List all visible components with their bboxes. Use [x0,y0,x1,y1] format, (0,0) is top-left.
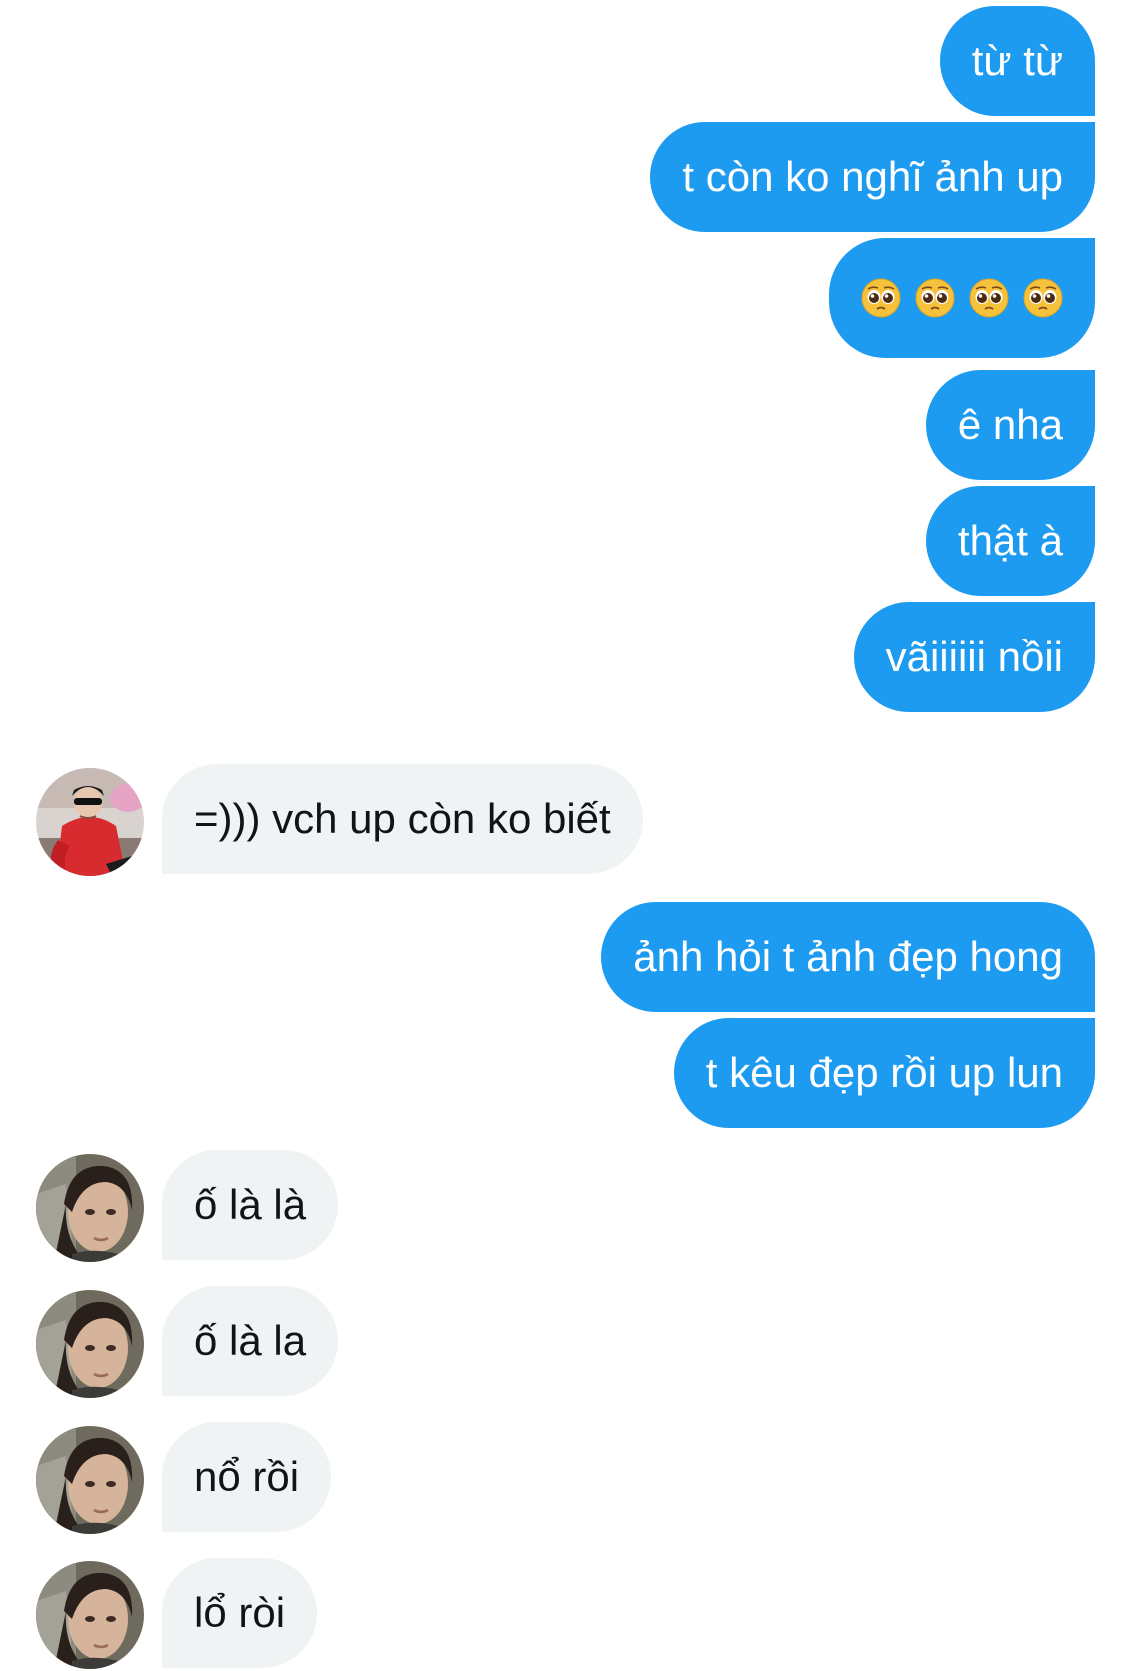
emoji-row [861,278,1063,318]
avatar[interactable] [36,1154,144,1262]
avatar[interactable] [36,1290,144,1398]
message-bubble-incoming[interactable]: ố là là [162,1150,339,1260]
message-text: t kêu đẹp rồi up lun [705,1049,1063,1096]
message-bubble-incoming[interactable]: =))) vch up còn ko biết [162,764,643,874]
message-text: thật à [957,517,1063,564]
selfie-avatar-image [36,1561,144,1669]
selfie-avatar-image [36,1154,144,1262]
pleading-face-icon [861,278,901,318]
avatar[interactable] [36,768,144,876]
red-jacket-avatar-image [36,768,144,876]
message-bubble-outgoing[interactable] [829,238,1095,358]
message-text: ê nha [957,401,1063,448]
avatar[interactable] [36,1426,144,1534]
message-bubble-outgoing[interactable]: t kêu đẹp rồi up lun [673,1018,1095,1128]
pleading-face-icon [1023,278,1063,318]
selfie-avatar-image [36,1290,144,1398]
message-bubble-outgoing[interactable]: t còn ko nghĩ ảnh up [650,122,1095,232]
pleading-face-icon [915,278,955,318]
avatar[interactable] [36,1561,144,1669]
pleading-face-icon [969,278,1009,318]
message-text: ố là la [194,1317,307,1364]
message-bubble-incoming[interactable]: nổ rồi [162,1422,332,1532]
message-text: ố là là [194,1181,307,1228]
message-bubble-outgoing[interactable]: từ từ [939,6,1095,116]
message-bubble-outgoing[interactable]: ảnh hỏi t ảnh đẹp hong [601,902,1095,1012]
message-bubble-outgoing[interactable]: vãiiiiii nồii [853,602,1095,712]
message-bubble-incoming[interactable]: lổ ròi [162,1558,318,1668]
message-bubble-outgoing[interactable]: ê nha [925,370,1095,480]
message-text: =))) vch up còn ko biết [194,795,611,842]
message-text: từ từ [971,37,1063,84]
message-text: lổ ròi [194,1589,286,1636]
message-bubble-outgoing[interactable]: thật à [925,486,1095,596]
message-text: vãiiiiii nồii [885,633,1063,680]
message-text: nổ rồi [194,1453,300,1500]
selfie-avatar-image [36,1426,144,1534]
message-text: ảnh hỏi t ảnh đẹp hong [633,933,1063,980]
message-bubble-incoming[interactable]: ố là la [162,1286,339,1396]
message-text: t còn ko nghĩ ảnh up [682,153,1063,200]
